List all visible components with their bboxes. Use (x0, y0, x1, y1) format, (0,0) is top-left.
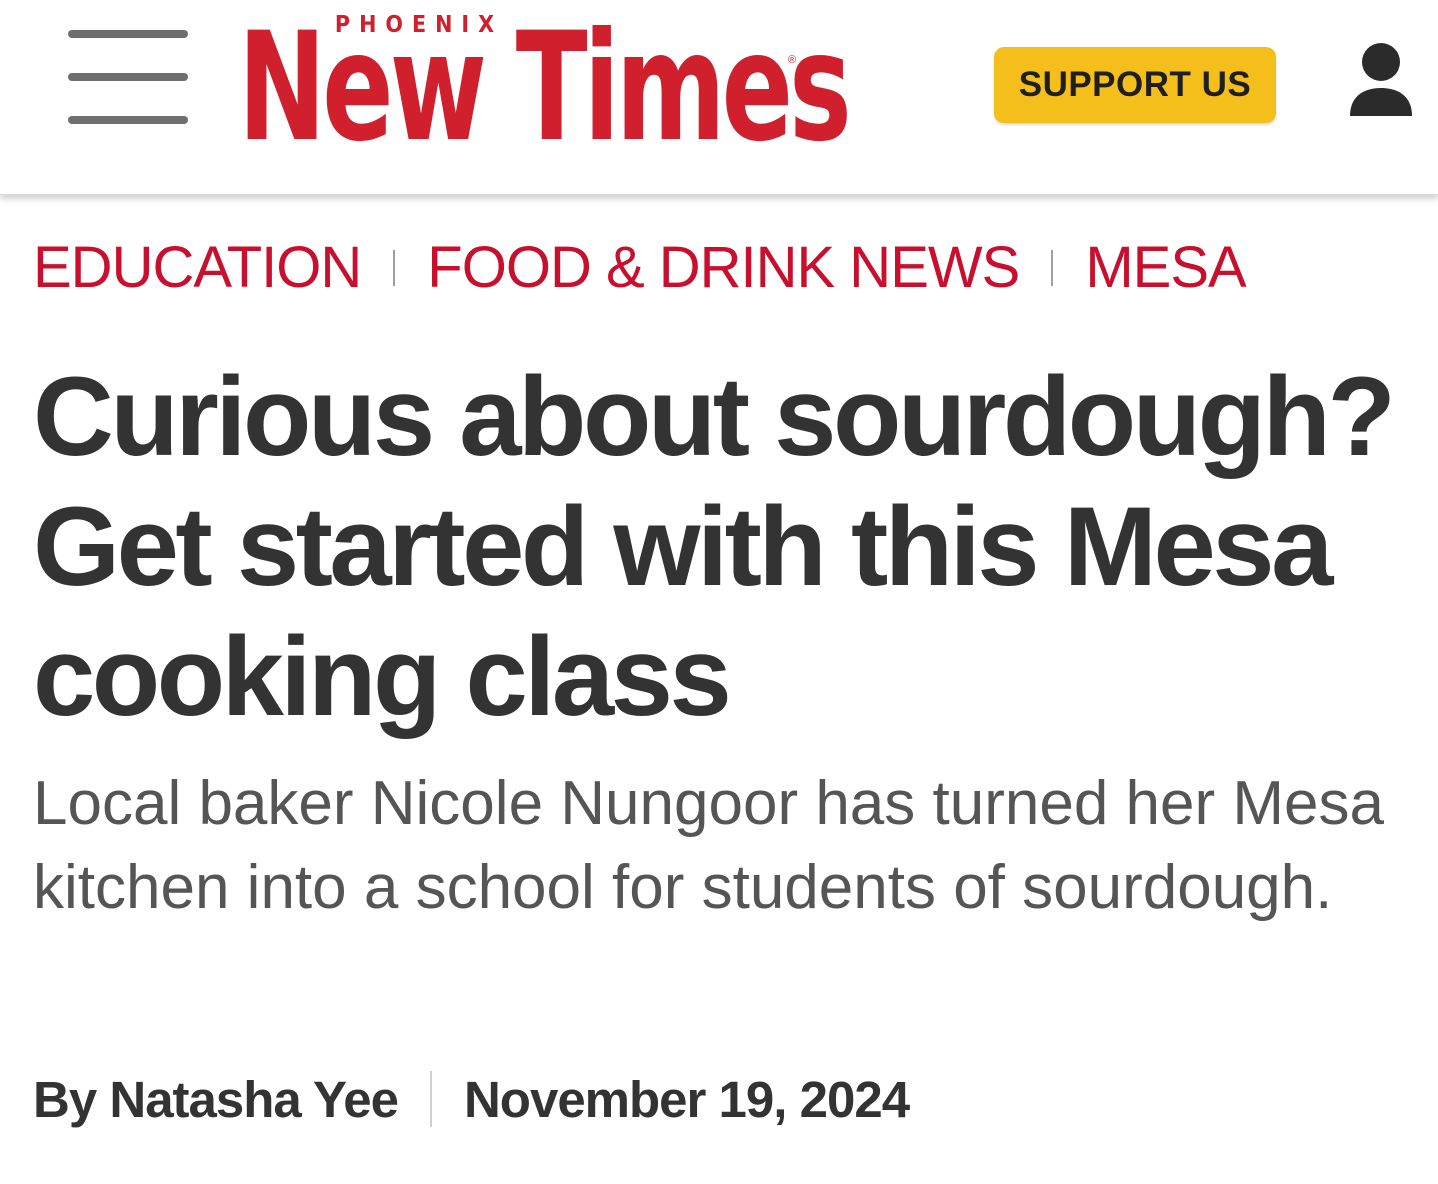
article-byline: By Natasha Yee November 19, 2024 (33, 1066, 910, 1132)
menu-line (68, 73, 188, 81)
category-link-food-drink-news[interactable]: FOOD & DRINK NEWS (427, 234, 1020, 302)
byline-author-link[interactable]: By Natasha Yee (33, 1070, 399, 1129)
user-account-icon[interactable] (1346, 40, 1416, 120)
site-header: New Times PHOENIX ® SUPPORT US (0, 0, 1438, 195)
category-breadcrumb: EDUCATION FOOD & DRINK NEWS MESA (33, 234, 1247, 302)
category-link-education[interactable]: EDUCATION (33, 234, 362, 302)
article-headline: Curious about sourdough? Get started wit… (33, 354, 1396, 739)
hamburger-menu-icon[interactable] (64, 26, 192, 130)
menu-line (68, 30, 188, 38)
logo-kicker: PHOENIX (324, 12, 514, 38)
article-deck: Local baker Nicole Nungoor has turned he… (33, 769, 1384, 922)
category-link-mesa[interactable]: MESA (1085, 234, 1246, 302)
category-divider (1051, 250, 1054, 286)
logo-registered-mark: ® (788, 54, 797, 66)
menu-line (68, 116, 188, 124)
support-us-button[interactable]: SUPPORT US (994, 47, 1276, 123)
category-divider (393, 250, 396, 286)
publish-date: November 19, 2024 (463, 1070, 910, 1128)
site-logo[interactable]: New Times PHOENIX ® (238, 6, 852, 170)
byline-divider (429, 1071, 432, 1127)
